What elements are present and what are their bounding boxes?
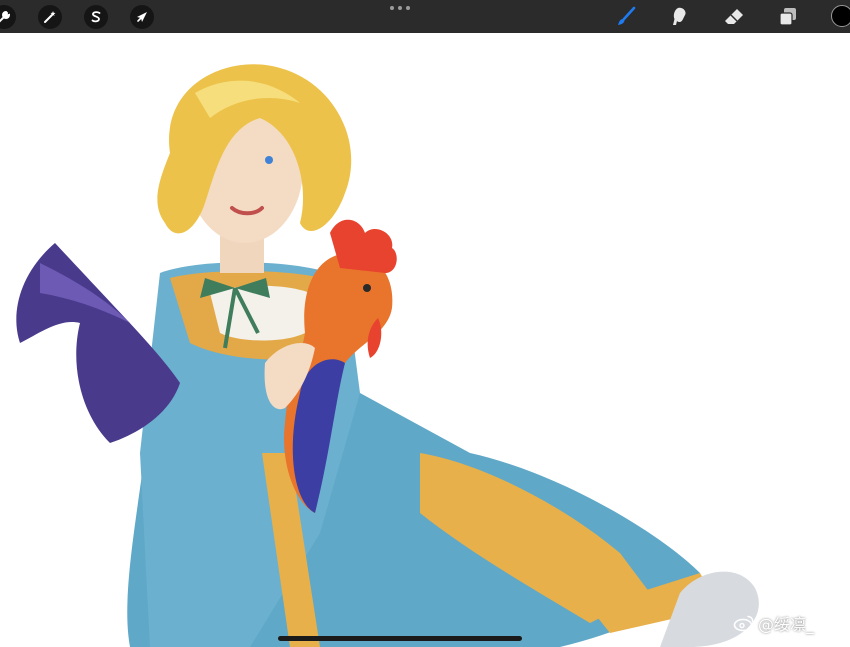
brush-icon — [618, 6, 636, 25]
more-dots-icon[interactable] — [390, 6, 410, 12]
smudge-tool-button[interactable] — [668, 5, 692, 29]
top-toolbar — [0, 0, 850, 33]
smudge-icon — [673, 7, 686, 26]
actions-button[interactable] — [0, 5, 16, 29]
selection-button[interactable] — [84, 5, 108, 29]
layers-icon — [779, 8, 796, 26]
arrow-cursor-icon — [137, 12, 147, 22]
wrench-icon — [0, 10, 11, 23]
eraser-icon — [725, 9, 743, 24]
artwork-illustration — [16, 64, 759, 647]
drawing-canvas[interactable] — [0, 33, 850, 647]
selection-s-icon — [91, 11, 101, 23]
magic-wand-icon — [44, 11, 56, 23]
brush-tool-button[interactable] — [614, 5, 638, 29]
transform-button[interactable] — [130, 5, 154, 29]
watermark: @绥凛_ — [733, 612, 814, 634]
weibo-icon — [733, 615, 754, 632]
watermark-text: @绥凛_ — [758, 615, 815, 634]
eraser-tool-button[interactable] — [722, 5, 746, 29]
home-indicator[interactable] — [278, 636, 522, 641]
current-color-swatch[interactable] — [831, 5, 850, 27]
layers-button[interactable] — [776, 5, 800, 29]
adjustments-button[interactable] — [38, 5, 62, 29]
